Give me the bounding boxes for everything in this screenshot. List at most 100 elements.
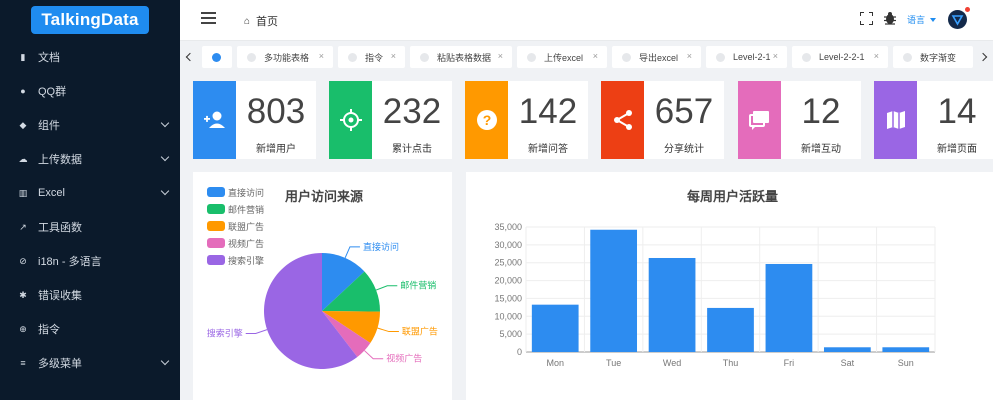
- legend-swatch[interactable]: [207, 221, 225, 231]
- close-icon[interactable]: ×: [687, 51, 692, 61]
- stat-card-icon-box: [329, 81, 372, 159]
- x-tick-label: Sun: [898, 358, 914, 368]
- tab-0[interactable]: [202, 46, 232, 68]
- stat-label: 新增问答: [528, 144, 568, 155]
- tab-8[interactable]: 数字渐变: [893, 46, 973, 68]
- legend-swatch[interactable]: [207, 238, 225, 248]
- tab-3[interactable]: 粘贴表格数据 ×: [410, 46, 512, 68]
- tab-label: 上传excel: [544, 52, 584, 63]
- legend-swatch[interactable]: [207, 204, 225, 214]
- close-icon[interactable]: ×: [773, 51, 778, 61]
- stat-card: 232 累计点击: [329, 81, 452, 159]
- close-icon[interactable]: ×: [498, 51, 503, 61]
- tab-2[interactable]: 指令 ×: [338, 46, 405, 68]
- chevron-down-icon: [160, 186, 170, 196]
- bar-chart-panel: 每周用户活跃量 0 5,000 10,000 15,000 20,000 25,000 30…: [466, 172, 993, 400]
- legend-label: 邮件营销: [228, 204, 264, 215]
- pie-slice-label: 直接访问: [363, 241, 399, 252]
- sidebar-item-2[interactable]: ◆ 组件: [0, 108, 180, 142]
- close-icon[interactable]: ×: [874, 51, 879, 61]
- sidebar-item-label: 多级菜单: [38, 358, 82, 370]
- stat-value: 657: [654, 92, 714, 131]
- sidebar-item-7[interactable]: ✱ 错误收集: [0, 278, 180, 312]
- stat-card-icon-box: ?: [465, 81, 508, 159]
- legend-swatch[interactable]: [207, 187, 225, 197]
- sidebar-item-6[interactable]: ⊘ i18n - 多语言: [0, 244, 180, 278]
- stat-card-icon-box: [193, 81, 236, 159]
- tab-status-dot: [527, 52, 536, 62]
- language-label: 语言: [907, 15, 926, 25]
- tab-status-dot: [802, 52, 811, 62]
- tab-label: Level-2-1: [733, 52, 771, 62]
- fullscreen-icon[interactable]: [860, 12, 873, 25]
- stat-value: 232: [382, 92, 442, 131]
- home-icon: ⌂: [244, 15, 251, 27]
- bar[interactable]: [707, 307, 754, 352]
- y-tick-label: 25,000: [494, 258, 522, 268]
- language-dropdown[interactable]: 语言: [907, 13, 937, 26]
- tab-5[interactable]: 导出excel ×: [612, 46, 701, 68]
- sidebar-item-3[interactable]: ☁ 上传数据: [0, 142, 180, 176]
- bar[interactable]: [882, 347, 930, 352]
- caret-down-icon: [930, 17, 937, 22]
- stat-label: 新增页面: [937, 144, 977, 155]
- chevron-down-icon: [160, 118, 170, 128]
- chat-icon: [748, 111, 769, 130]
- stat-card: 14 新增页面: [874, 81, 993, 159]
- legend-label: 联盟广告: [228, 221, 264, 232]
- tabs-scroll-right-icon[interactable]: [973, 41, 993, 73]
- bar-chart-icon: ▥: [18, 187, 28, 198]
- bell-icon: ●: [20, 86, 26, 96]
- tab-6[interactable]: Level-2-1 ×: [706, 46, 787, 68]
- sidebar-menu: ▮ 文档 ● QQ群 ◆ 组件 ☁ 上传数据 ▥ Excel ↗ 工具函数 ⊘ i18n - 多语言 ✱ 错误…: [0, 40, 180, 380]
- sidebar-item-8[interactable]: ⊕ 指令: [0, 312, 180, 346]
- y-tick-label: 15,000: [494, 293, 522, 303]
- question-icon: ?: [476, 110, 497, 130]
- sidebar-item-label: i18n - 多语言: [38, 256, 102, 268]
- bar[interactable]: [648, 257, 696, 352]
- sidebar-item-4[interactable]: ▥ Excel: [0, 176, 180, 210]
- avatar[interactable]: [948, 10, 967, 29]
- sidebar-item-9[interactable]: ≡ 多级菜单: [0, 346, 180, 380]
- bug-icon: ✱: [19, 289, 27, 300]
- bar[interactable]: [823, 347, 871, 352]
- bar[interactable]: [531, 304, 579, 352]
- logo[interactable]: TalkingData: [31, 6, 149, 34]
- close-icon[interactable]: ×: [391, 51, 396, 61]
- sidebar-item-5[interactable]: ↗ 工具函数: [0, 210, 180, 244]
- bar[interactable]: [765, 263, 813, 352]
- pie-slice-label: 视频广告: [386, 353, 422, 364]
- tab-7[interactable]: Level-2-2-1 ×: [792, 46, 888, 68]
- stat-card-icon-box: [874, 81, 917, 159]
- close-icon[interactable]: ×: [593, 51, 598, 61]
- legend-label: 直接访问: [228, 187, 264, 198]
- tab-label: 指令: [365, 52, 384, 63]
- stat-card-icon-box: [601, 81, 644, 159]
- stat-value: 142: [518, 92, 578, 131]
- add-user-icon: [203, 111, 225, 128]
- breadcrumb[interactable]: ⌂ 首页: [244, 13, 278, 29]
- bar-chart: 0 5,000 10,000 15,000 20,000 25,000 30,000 35,0…: [494, 222, 936, 368]
- share-icon: [613, 110, 632, 130]
- tab-1[interactable]: 多功能表格 ×: [237, 46, 333, 68]
- avatar-logo-icon: [951, 15, 964, 26]
- pie-chart: 直接访问邮件营销联盟广告视频广告搜索引擎直接访问邮件营销联盟广告视频广告搜索引擎: [207, 187, 438, 369]
- pie-label-line: [344, 246, 360, 259]
- x-tick-label: Mon: [546, 358, 564, 368]
- sidebar-item-1[interactable]: ● QQ群: [0, 74, 180, 108]
- close-icon[interactable]: ×: [319, 51, 324, 61]
- tabs-scroll-left-icon[interactable]: [180, 41, 200, 73]
- sidebar-item-0[interactable]: ▮ 文档: [0, 40, 180, 74]
- error-log-icon[interactable]: [883, 11, 897, 25]
- map-icon: [886, 111, 905, 129]
- chevron-down-icon: [160, 152, 170, 162]
- bar[interactable]: [590, 229, 638, 352]
- legend-swatch[interactable]: [207, 255, 225, 265]
- menu-toggle-icon[interactable]: [201, 12, 216, 24]
- stat-value: 14: [937, 92, 977, 131]
- pie-slice-label: 联盟广告: [402, 326, 438, 337]
- layers-icon: ◆: [19, 119, 27, 130]
- tab-4[interactable]: 上传excel ×: [517, 46, 607, 68]
- wrench-icon: ↗: [19, 221, 27, 232]
- plus-circle-icon: ⊕: [19, 323, 27, 334]
